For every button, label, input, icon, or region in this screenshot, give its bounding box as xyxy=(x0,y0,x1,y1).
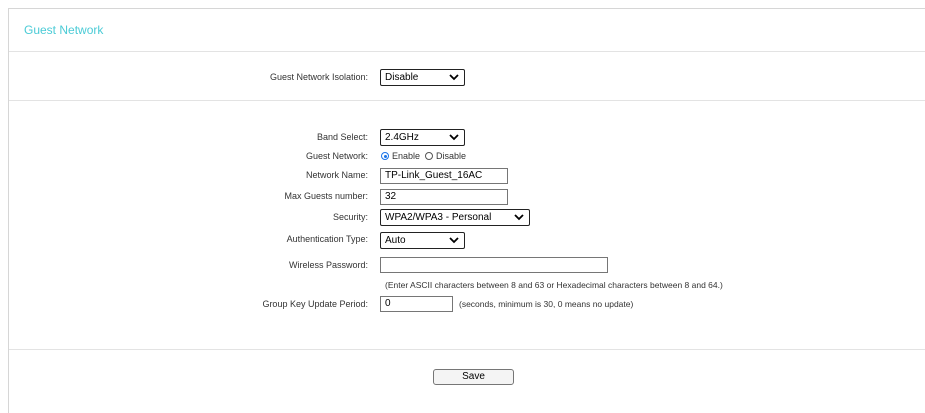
isolation-label: Guest Network Isolation: xyxy=(269,72,368,82)
group-key-input[interactable]: 0 xyxy=(380,296,453,312)
security-label: Security: xyxy=(332,212,368,222)
max-guests-label: Max Guests number: xyxy=(284,191,368,201)
auth-type-value: Auto xyxy=(385,235,406,246)
password-hint: (Enter ASCII characters between 8 and 63… xyxy=(385,280,723,290)
chevron-down-icon xyxy=(449,134,459,141)
band-label: Band Select: xyxy=(316,132,368,142)
group-key-hint: (seconds, minimum is 30, 0 means no upda… xyxy=(459,299,634,309)
network-name-label: Network Name: xyxy=(305,170,368,180)
chevron-down-icon xyxy=(449,74,459,81)
guest-network-disable-radio[interactable] xyxy=(425,152,433,160)
title-divider xyxy=(9,51,925,52)
network-name-input[interactable]: TP-Link_Guest_16AC xyxy=(380,168,508,184)
guest-network-label: Guest Network: xyxy=(305,151,368,161)
footer-divider xyxy=(9,349,925,350)
band-select[interactable]: 2.4GHz xyxy=(380,129,465,146)
chevron-down-icon xyxy=(514,214,524,221)
isolation-value: Disable xyxy=(385,72,419,83)
chevron-down-icon xyxy=(449,237,459,244)
password-label: Wireless Password: xyxy=(288,260,368,270)
page-title: Guest Network xyxy=(24,23,104,37)
security-select[interactable]: WPA2/WPA3 - Personal xyxy=(380,209,530,226)
security-value: WPA2/WPA3 - Personal xyxy=(385,212,492,223)
section-divider xyxy=(9,100,925,101)
password-input[interactable] xyxy=(380,257,608,273)
auth-type-label: Authentication Type: xyxy=(286,234,368,244)
save-button[interactable]: Save xyxy=(433,369,514,385)
band-value: 2.4GHz xyxy=(385,132,419,143)
isolation-select[interactable]: Disable xyxy=(380,69,465,86)
auth-type-select[interactable]: Auto xyxy=(380,232,465,249)
guest-network-disable-label: Disable xyxy=(436,151,467,161)
guest-network-enable-radio[interactable] xyxy=(381,152,389,160)
max-guests-input[interactable]: 32 xyxy=(380,189,508,205)
group-key-label: Group Key Update Period: xyxy=(262,299,368,309)
guest-network-enable-label: Enable xyxy=(392,151,421,161)
